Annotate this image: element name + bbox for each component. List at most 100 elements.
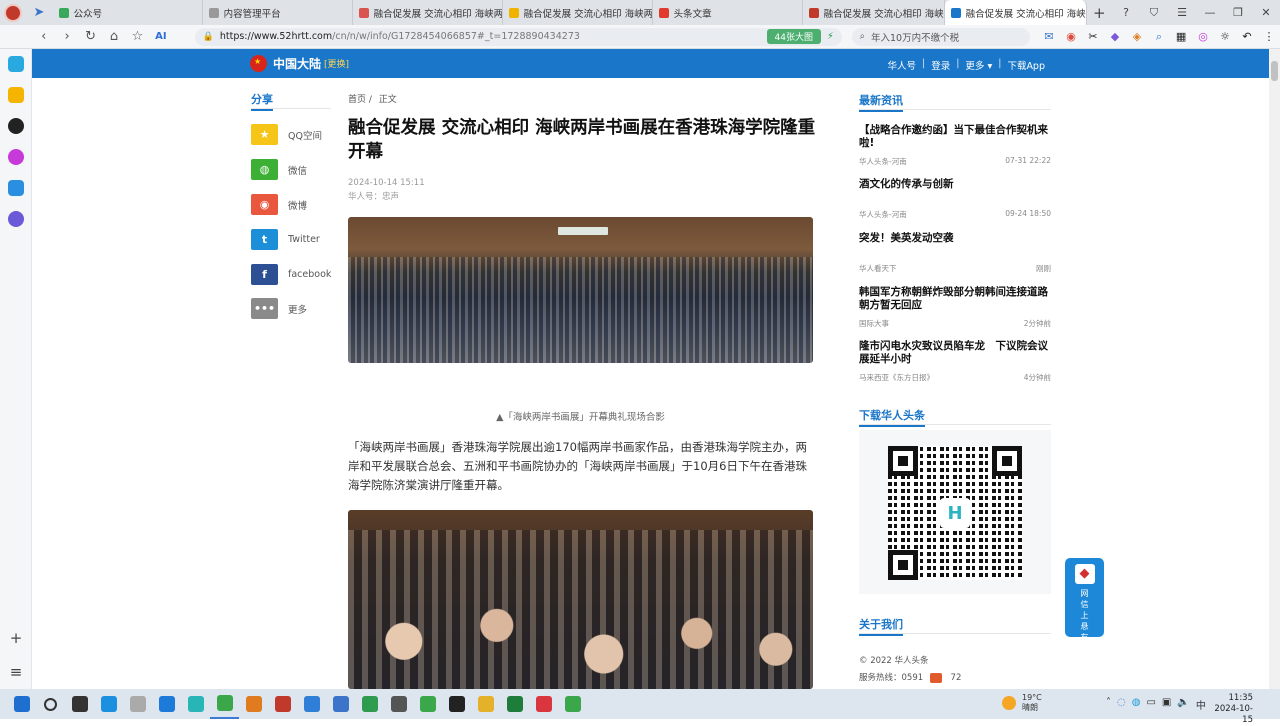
app3-icon[interactable]	[297, 689, 326, 719]
search-input[interactable]: 年入10万内不缴个税	[871, 30, 959, 44]
share-item[interactable]: ••• 更多	[251, 298, 307, 319]
folder-icon[interactable]	[471, 689, 500, 719]
wechat-icon[interactable]	[413, 689, 442, 719]
browser-tab[interactable]: 公众号	[53, 0, 203, 25]
browser-icon[interactable]	[210, 689, 239, 719]
help-icon[interactable]: ?	[1112, 0, 1140, 25]
browser-home-icon[interactable]: ➤	[25, 0, 52, 25]
qq-icon[interactable]	[442, 689, 471, 719]
sidebar-app-icon-3[interactable]	[7, 118, 24, 134]
news-title[interactable]: 【战略合作邀约函】当下最佳合作契机来啦!	[859, 124, 1051, 150]
illustrator-icon[interactable]	[268, 689, 297, 719]
network-icon[interactable]: ▭	[1146, 697, 1155, 712]
undo-icon[interactable]: ↶	[1236, 25, 1258, 49]
grid-icon[interactable]: ▦	[1170, 25, 1192, 49]
browser-tab[interactable]: 融合促发展 交流心相印 海峡两	[353, 0, 503, 25]
task-view-icon[interactable]	[65, 689, 94, 719]
new-tab-button[interactable]: +	[1087, 4, 1112, 22]
sidebar-favorites-icon[interactable]	[7, 87, 24, 103]
browser-tab[interactable]: 融合促发展 交流心相印 海峡两	[503, 0, 653, 25]
report-float-button[interactable]: ◆ 网信上悬有举报	[1065, 558, 1104, 664]
weather-widget[interactable]: 19°C 晴朗	[1002, 693, 1042, 713]
news-item[interactable]: 【战略合作邀约函】当下最佳合作契机来啦! 华人头条-河南 07-31 22:22	[859, 124, 1051, 166]
search-box[interactable]: ⌕ 年入10万内不缴个税	[851, 27, 1031, 46]
monitor-icon[interactable]: ▣	[1162, 697, 1171, 712]
browser-tab[interactable]: 融合促发展 交流心相印 海峡两	[803, 0, 945, 25]
sidebar-ai-icon[interactable]	[7, 180, 24, 196]
edge-icon[interactable]	[94, 689, 123, 719]
close-window-icon[interactable]: ✕	[1252, 0, 1280, 25]
widget-icon[interactable]	[929, 672, 942, 683]
sidebar-add-icon[interactable]: +	[0, 629, 32, 647]
nav-more[interactable]: 更多 ▾	[965, 58, 992, 72]
color-extension-icon[interactable]: ◎	[1192, 25, 1214, 49]
browser-tab[interactable]: 内容管理平台	[203, 0, 353, 25]
app2-icon[interactable]	[181, 689, 210, 719]
scissors-icon[interactable]: ✂	[1082, 25, 1104, 49]
restore-icon[interactable]: ❐	[1224, 0, 1252, 25]
app4-icon[interactable]	[326, 689, 355, 719]
start-icon[interactable]	[7, 689, 36, 719]
sidebar-app-icon-4[interactable]	[7, 149, 24, 165]
change-region-link[interactable]: [更换]	[324, 57, 349, 70]
extension-purple-icon[interactable]: ◆	[1104, 25, 1126, 49]
tray-app-icon[interactable]: ◌	[1117, 697, 1126, 712]
sidebar-app-icon-6[interactable]	[7, 211, 24, 227]
share-item[interactable]: ◍ 微信	[251, 159, 307, 180]
news-title[interactable]: 酒文化的传承与创新	[859, 178, 1051, 191]
brightness-icon[interactable]: ☼	[1214, 25, 1236, 49]
browser-tab[interactable]: 头条文章	[653, 0, 803, 25]
news-item[interactable]: 酒文化的传承与创新 华人头条-河南 09-24 18:50	[859, 178, 1051, 219]
share-item[interactable]: t Twitter	[251, 229, 320, 250]
zoom-icon[interactable]: ⌕	[1148, 25, 1170, 49]
share-item[interactable]: ◉ 微博	[251, 194, 307, 215]
search-icon[interactable]	[36, 689, 65, 719]
nav-login[interactable]: 登录	[931, 58, 950, 72]
more-icon[interactable]: ⋮	[1258, 25, 1280, 49]
author-link[interactable]: 华人号：忠声	[348, 190, 425, 204]
news-item[interactable]: 隆市闪电水灾致议员陷车龙 下议院会议展延半小时 马来西亚《东方日报》 4分钟前	[859, 340, 1051, 382]
browser-tab[interactable]: 融合促发展 交流心相印 海峡两✕	[944, 0, 1087, 25]
image-count-badge[interactable]: 44张大图	[766, 29, 821, 44]
sidebar-app-icon-1[interactable]	[7, 56, 24, 72]
extension-red-icon[interactable]: ◉	[1060, 25, 1082, 49]
scrollbar-thumb[interactable]	[1271, 61, 1278, 81]
news-title[interactable]: 隆市闪电水灾致议员陷车龙 下议院会议展延半小时	[859, 340, 1051, 366]
app-icon[interactable]	[123, 689, 152, 719]
menu-icon[interactable]: ☰	[1168, 0, 1196, 25]
firefox-icon[interactable]	[239, 689, 268, 719]
url-bar[interactable]: 🔒 https://www.52hrtt.com /cn/n/w/info/G1…	[194, 27, 842, 46]
page-scrollbar[interactable]	[1269, 49, 1280, 689]
bookmark-star-icon[interactable]: ☆	[126, 25, 149, 49]
nav-download-app[interactable]: 下载App	[1007, 58, 1045, 72]
breadcrumb-home[interactable]: 首页	[348, 95, 366, 105]
forward-icon[interactable]: ›	[55, 25, 78, 49]
news-item[interactable]: 突发！美英发动空袭 华人看天下 刚刚	[859, 232, 1051, 273]
home-icon[interactable]: ⌂	[102, 25, 125, 49]
profile-avatar[interactable]	[0, 0, 25, 25]
back-icon[interactable]: ‹	[32, 25, 55, 49]
ie-icon[interactable]	[152, 689, 181, 719]
tray-app2-icon[interactable]: ◍	[1132, 697, 1141, 712]
mail-icon[interactable]: ✉	[1038, 25, 1060, 49]
bolt-icon[interactable]: ⚡	[827, 31, 834, 42]
excel-icon[interactable]	[500, 689, 529, 719]
nav-huarenhao[interactable]: 华人号	[887, 58, 916, 72]
ai-icon[interactable]: AI	[149, 25, 172, 49]
share-item[interactable]: ★ QQ空间	[251, 124, 322, 145]
minimize-icon[interactable]: —	[1196, 0, 1224, 25]
region-selector[interactable]: 中国大陆 [更换]	[250, 55, 349, 72]
app5-icon[interactable]	[355, 689, 384, 719]
news-item[interactable]: 韩国军方称朝鲜炸毁部分朝韩间连接道路 朝方暂无回应 国际大事 2分钟前	[859, 286, 1051, 328]
system-clock[interactable]: 11:35 2024-10-15	[1205, 693, 1253, 726]
news-title[interactable]: 韩国军方称朝鲜炸毁部分朝韩间连接道路 朝方暂无回应	[859, 286, 1051, 312]
share-item[interactable]: f facebook	[251, 264, 331, 285]
reload-icon[interactable]: ↻	[79, 25, 102, 49]
volume-icon[interactable]: 🔈	[1177, 697, 1189, 712]
news-title[interactable]: 突发！美英发动空袭	[859, 232, 1051, 245]
game-icon[interactable]: ◈	[1126, 25, 1148, 49]
powerpoint-icon[interactable]	[529, 689, 558, 719]
app6-icon[interactable]	[558, 689, 587, 719]
pen-icon[interactable]	[384, 689, 413, 719]
sidebar-menu-icon[interactable]: ≡	[0, 663, 32, 681]
